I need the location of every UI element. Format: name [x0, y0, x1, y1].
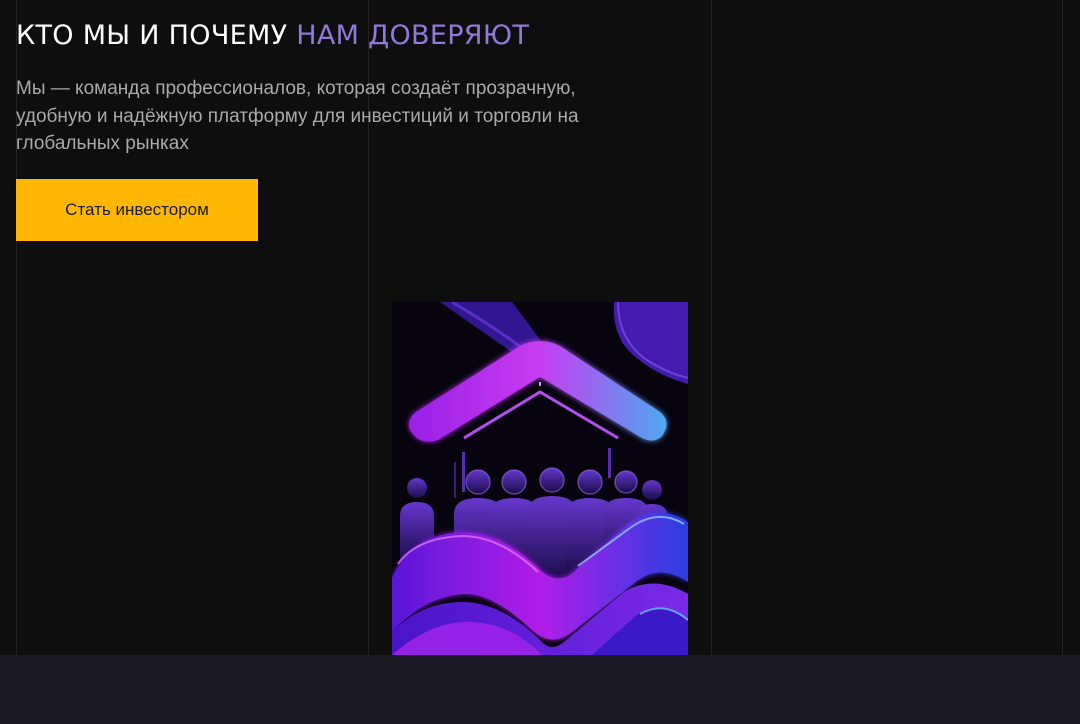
team-trust-illustration [392, 302, 688, 655]
grid-line [1062, 0, 1063, 655]
section-description: Мы — команда профессионалов, которая соз… [16, 78, 579, 154]
page: КТО МЫ И ПОЧЕМУ НАМ ДОВЕРЯЮТ Мы — команд… [0, 0, 1080, 724]
section-title-main: КТО МЫ И ПОЧЕМУ [16, 20, 288, 51]
become-investor-button[interactable]: Стать инвестором [16, 179, 258, 241]
footer-band [0, 655, 1080, 724]
team-trust-illustration-svg [392, 302, 688, 655]
grid-line [711, 0, 712, 655]
section-title: КТО МЫ И ПОЧЕМУ НАМ ДОВЕРЯЮТ [16, 20, 529, 51]
section-title-accent: НАМ ДОВЕРЯЮТ [296, 20, 530, 51]
